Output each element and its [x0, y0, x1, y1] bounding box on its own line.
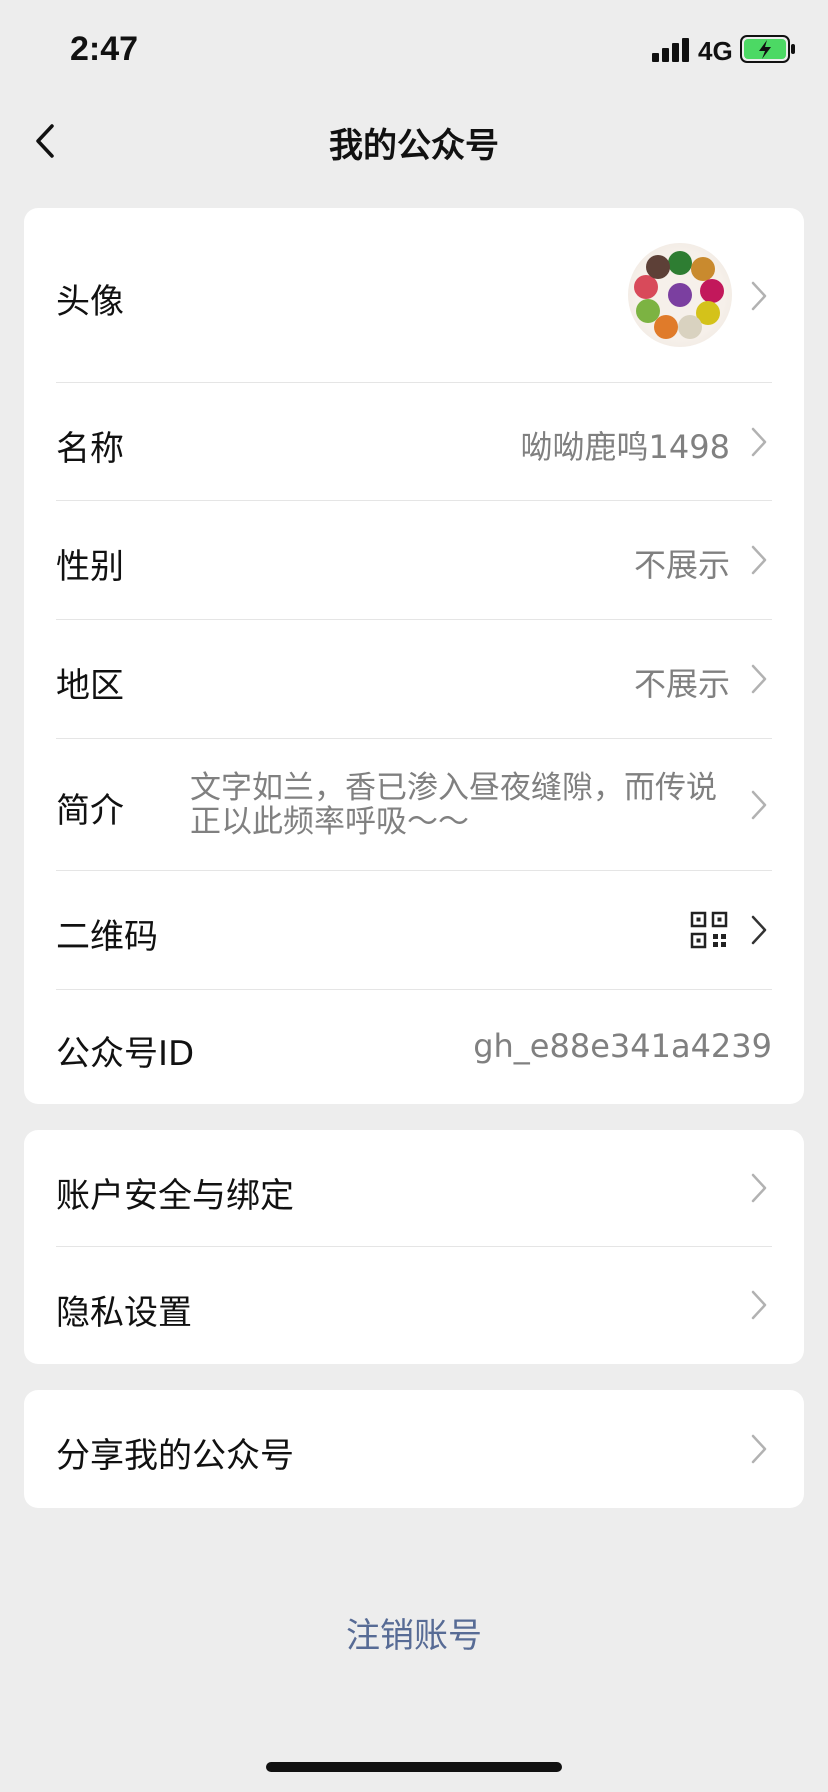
- name-value: 呦呦鹿鸣1498: [520, 428, 730, 466]
- qrcode-label: 二维码: [56, 917, 158, 957]
- region-label: 地区: [56, 666, 124, 706]
- account-id-label: 公众号ID: [56, 1034, 195, 1074]
- chevron-right-icon: [751, 281, 767, 311]
- security-row[interactable]: 账户安全与绑定: [24, 1130, 804, 1246]
- chevron-right-icon: [751, 1173, 767, 1203]
- nav-bar: 我的公众号: [0, 96, 828, 186]
- privacy-row[interactable]: 隐私设置: [24, 1247, 804, 1364]
- privacy-label: 隐私设置: [56, 1293, 192, 1333]
- account-card: 账户安全与绑定 隐私设置: [24, 1130, 804, 1364]
- region-row[interactable]: 地区 不展示: [24, 620, 804, 738]
- share-label: 分享我的公众号: [56, 1436, 294, 1476]
- avatar-bead: [654, 315, 678, 339]
- qrcode-icon: [690, 911, 728, 949]
- network-type: 4G: [698, 36, 733, 66]
- avatar-bead: [636, 299, 660, 323]
- name-label: 名称: [56, 429, 124, 469]
- chevron-right-icon: [751, 545, 767, 575]
- share-row[interactable]: 分享我的公众号: [24, 1390, 804, 1508]
- qrcode-row[interactable]: 二维码: [24, 871, 804, 989]
- chevron-right-icon: [751, 664, 767, 694]
- gender-row[interactable]: 性别 不展示: [24, 501, 804, 619]
- avatar-bead: [678, 315, 702, 339]
- battery-charging-icon: [740, 35, 795, 63]
- avatar-bead: [691, 257, 715, 281]
- status-time: 2:47: [70, 30, 139, 68]
- intro-row[interactable]: 简介 文字如兰，香已渗入昼夜缝隙，而传说正以此频率呼吸～～: [24, 739, 804, 870]
- avatar-row[interactable]: 头像: [24, 208, 804, 382]
- avatar-bead: [646, 255, 670, 279]
- status-bar: 2:47 4G: [0, 0, 828, 96]
- gender-value: 不展示: [633, 546, 730, 584]
- gender-label: 性别: [56, 547, 124, 587]
- security-label: 账户安全与绑定: [56, 1176, 294, 1216]
- chevron-right-icon: [751, 790, 767, 820]
- avatar-bead: [668, 251, 692, 275]
- avatar-label: 头像: [56, 282, 124, 322]
- profile-card: 头像 名称 呦呦鹿鸣1498 性别 不展示 地区 不展示 简介 文字如兰，香已渗…: [24, 208, 804, 1104]
- account-id-value: gh_e88e341a4239: [473, 1027, 772, 1065]
- chevron-right-icon: [751, 427, 767, 457]
- intro-label: 简介: [56, 791, 124, 831]
- avatar-bead: [700, 279, 724, 303]
- name-row[interactable]: 名称 呦呦鹿鸣1498: [24, 383, 804, 500]
- avatar-bead: [668, 283, 692, 307]
- chevron-right-icon: [751, 1434, 767, 1464]
- chevron-right-icon: [751, 915, 767, 945]
- intro-value: 文字如兰，香已渗入昼夜缝隙，而传说正以此频率呼吸～～: [190, 770, 717, 840]
- page-title: 我的公众号: [329, 126, 499, 166]
- account-id-row: 公众号ID gh_e88e341a4239: [24, 990, 804, 1104]
- region-value: 不展示: [633, 665, 730, 703]
- deregister-account-button[interactable]: 注销账号: [0, 1608, 828, 1657]
- home-indicator[interactable]: [266, 1762, 562, 1772]
- signal-icon: [652, 38, 692, 62]
- avatar: [628, 243, 732, 347]
- share-card: 分享我的公众号: [24, 1390, 804, 1508]
- chevron-right-icon: [751, 1290, 767, 1320]
